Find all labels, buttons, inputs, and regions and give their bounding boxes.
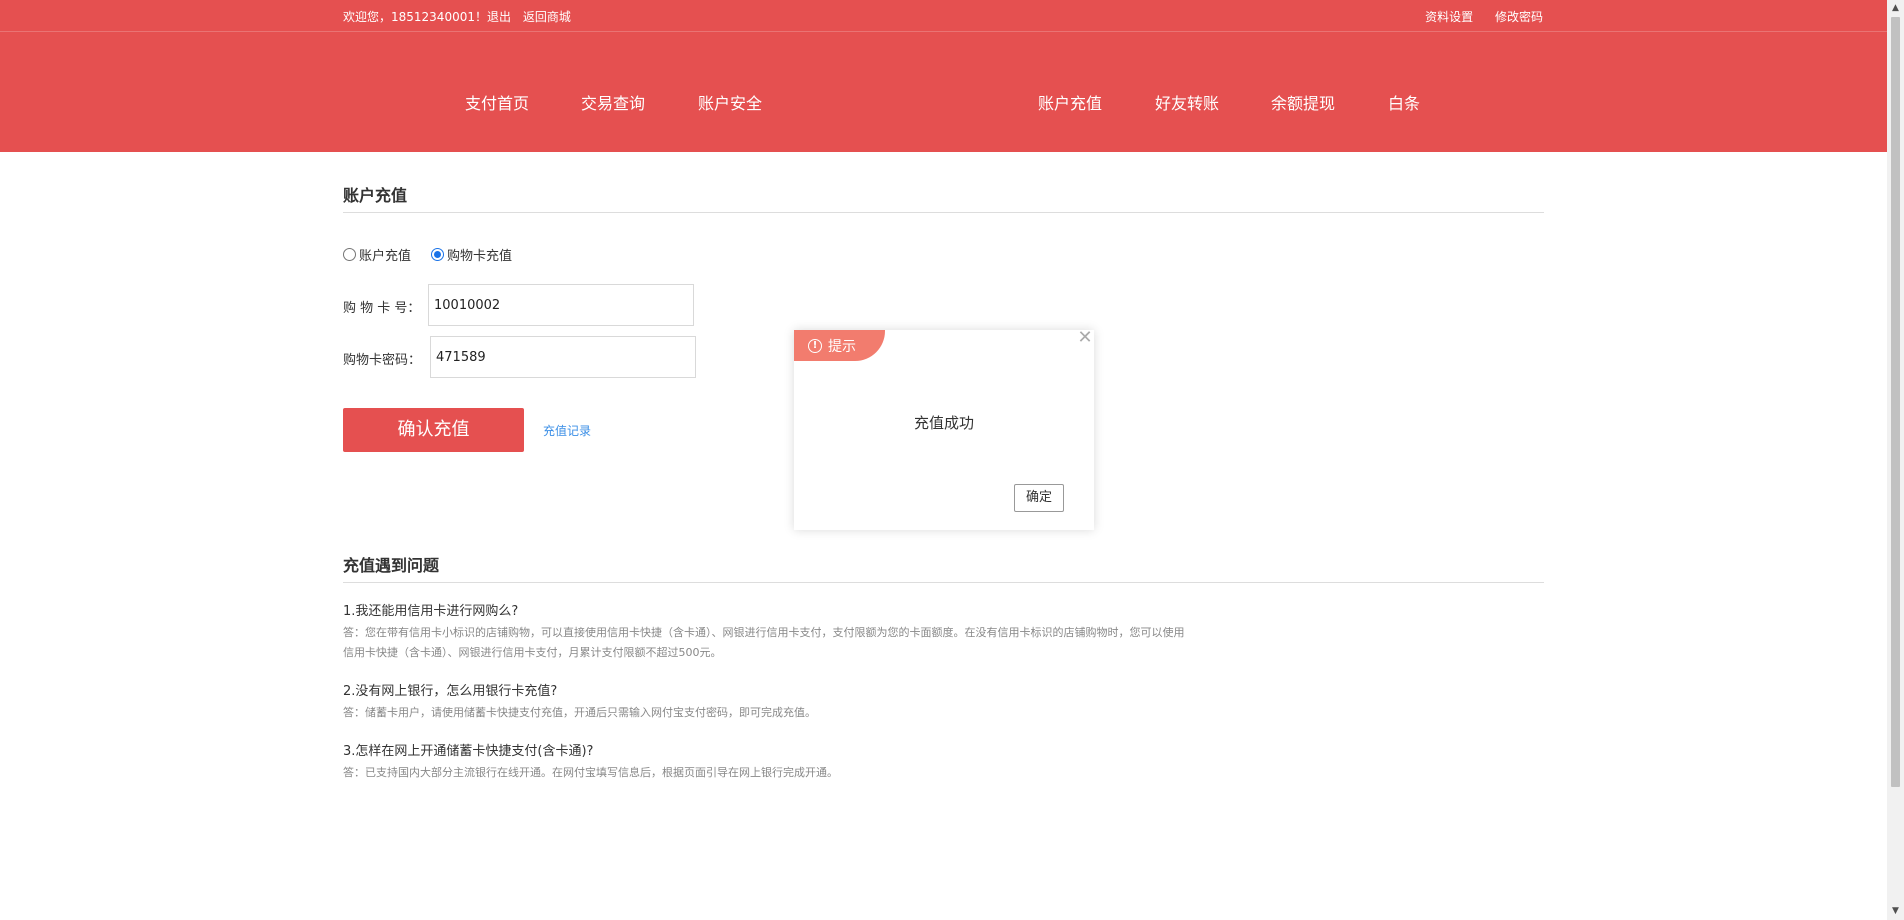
info-icon: !: [808, 338, 822, 353]
faq-section-title: 充值遇到问题: [343, 556, 440, 575]
nav-item-transaction-query[interactable]: 交易查询: [581, 90, 645, 114]
dialog-title: 提示: [828, 338, 856, 355]
top-bar: 欢迎您，18512340001！退出 返回商城 资料设置 修改密码: [0, 0, 1887, 32]
nav-item-pay-home[interactable]: 支付首页: [465, 90, 529, 114]
scroll-down-icon[interactable]: ▼: [1887, 903, 1904, 920]
welcome-logout-link[interactable]: 欢迎您，18512340001！退出: [343, 10, 511, 24]
profile-settings-link[interactable]: 资料设置: [1425, 10, 1473, 24]
radio-account-recharge[interactable]: [343, 248, 356, 261]
recharge-type-options: 账户充值 购物卡充值: [343, 245, 532, 264]
faq-answer: 答：储蓄卡用户，请使用储蓄卡快捷支付充值，开通后只需输入网付宝支付密码，即可完成…: [343, 706, 816, 719]
nav-item-account-security[interactable]: 账户安全: [698, 90, 762, 114]
card-number-input[interactable]: [428, 284, 694, 326]
dialog-ok-button[interactable]: 确定: [1014, 484, 1064, 512]
page-scrollbar[interactable]: ▲ ▼: [1887, 0, 1904, 920]
radio-label-card-recharge[interactable]: 购物卡充值: [447, 245, 512, 264]
nav-item-friend-transfer[interactable]: 好友转账: [1155, 90, 1219, 114]
recharge-record-link[interactable]: 充值记录: [543, 422, 591, 439]
change-password-link[interactable]: 修改密码: [1495, 10, 1543, 24]
radio-card-recharge[interactable]: [431, 248, 445, 261]
nav-item-baitiao[interactable]: 白条: [1388, 90, 1420, 114]
recharge-section-title: 账户充值: [343, 186, 408, 205]
top-bar-left: 欢迎您，18512340001！退出 返回商城: [343, 8, 579, 25]
header: 欢迎您，18512340001！退出 返回商城 资料设置 修改密码 支付首页 交…: [0, 0, 1887, 152]
faq-question: 1.我还能用信用卡进行网购么?: [343, 604, 519, 619]
faq-question: 3.怎样在网上开通储蓄卡快捷支付(含卡通)?: [343, 744, 594, 759]
dialog-message: 充值成功: [913, 414, 974, 432]
card-number-label: 购 物 卡 号：: [343, 301, 421, 316]
scroll-thumb[interactable]: [1891, 17, 1900, 787]
card-password-input[interactable]: [430, 336, 696, 378]
faq-answer: 答：已支持国内大部分主流银行在线开通。在网付宝填写信息后，根据页面引导在网上银行…: [343, 766, 838, 779]
confirm-recharge-button[interactable]: 确认充值: [343, 408, 524, 452]
nav-item-account-recharge[interactable]: 账户充值: [1038, 90, 1102, 114]
dialog-title-tag: ! 提示: [794, 330, 885, 361]
section-divider: [343, 212, 1544, 213]
back-to-shop-link[interactable]: 返回商城: [523, 10, 571, 24]
faq-answer: 答：您在带有信用卡小标识的店铺购物，可以直接使用信用卡快捷（含卡通）、网银进行信…: [343, 626, 1185, 659]
radio-label-account-recharge[interactable]: 账户充值: [359, 245, 411, 264]
scroll-up-icon[interactable]: ▲: [1887, 0, 1904, 17]
close-icon[interactable]: ✕: [1076, 327, 1094, 348]
card-password-label: 购物卡密码：: [343, 353, 422, 368]
faq-question: 2.没有网上银行，怎么用银行卡充值?: [343, 684, 558, 699]
nav-item-balance-withdraw[interactable]: 余额提现: [1271, 90, 1335, 114]
section-divider: [343, 582, 1544, 583]
top-bar-right: 资料设置 修改密码: [1407, 8, 1543, 25]
alert-dialog: ! 提示 ✕ 充值成功 确定: [794, 327, 1094, 530]
